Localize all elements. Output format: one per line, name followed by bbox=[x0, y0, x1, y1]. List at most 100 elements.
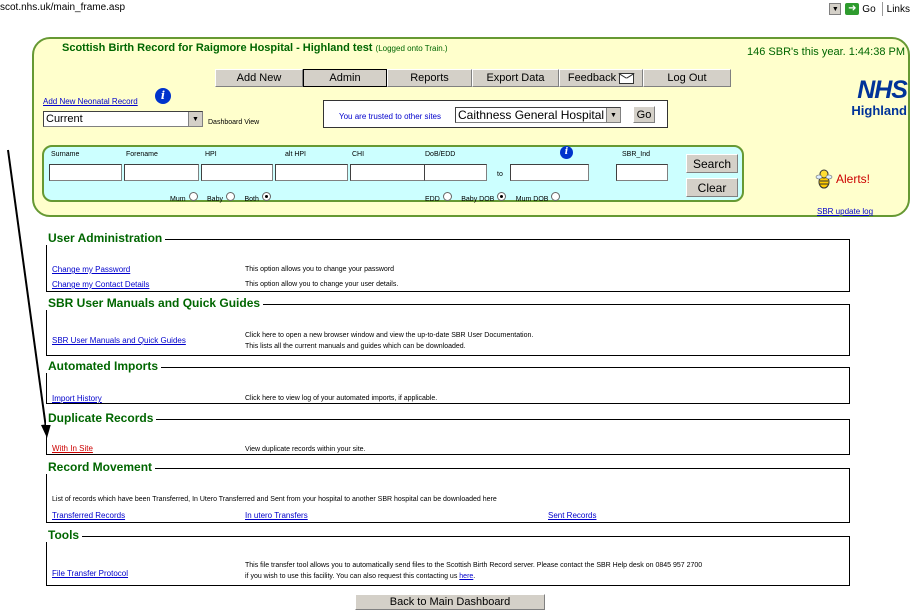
radio-baby-label: Baby bbox=[207, 196, 223, 203]
user-admin-section bbox=[46, 239, 850, 292]
in-utero-transfers-link[interactable]: In utero Transfers bbox=[245, 511, 308, 520]
add-neonatal-record-link[interactable]: Add New Neonatal Record bbox=[43, 97, 138, 106]
back-to-dashboard-button[interactable]: Back to Main Dashboard bbox=[355, 594, 545, 610]
trusted-site-value: Caithness General Hospital bbox=[458, 108, 605, 122]
alerts-link[interactable]: Alerts! bbox=[815, 168, 870, 190]
main-nav: Add New Admin Reports Export Data Feedba… bbox=[215, 69, 731, 87]
alerts-label: Alerts! bbox=[836, 172, 871, 186]
nav-feedback-label: Feedback bbox=[567, 72, 617, 84]
page-title: Scottish Birth Record for Raigmore Hospi… bbox=[62, 42, 448, 54]
radio-mum-dob[interactable] bbox=[551, 192, 561, 202]
clear-button[interactable]: Clear bbox=[686, 178, 738, 197]
radio-baby[interactable] bbox=[225, 192, 235, 202]
bee-icon bbox=[815, 169, 833, 189]
radio-both[interactable] bbox=[261, 192, 271, 202]
page-title-text: Scottish Birth Record for Raigmore Hospi… bbox=[62, 42, 373, 54]
radio-mum[interactable] bbox=[188, 192, 198, 202]
surname-label: Surname bbox=[51, 151, 80, 158]
forename-label: Forename bbox=[126, 151, 158, 158]
manuals-link[interactable]: SBR User Manuals and Quick Guides bbox=[52, 336, 186, 345]
chi-field[interactable] bbox=[350, 164, 425, 181]
within-site-desc: View duplicate records within your site. bbox=[245, 446, 366, 453]
alt-hpi-label: alt HPI bbox=[285, 151, 307, 158]
movement-desc: List of records which have been Transfer… bbox=[52, 496, 497, 503]
manuals-title: SBR User Manuals and Quick Guides bbox=[46, 296, 264, 310]
radio-mum-dob-label: Mum DOB bbox=[515, 196, 549, 203]
tools-desc-line1: This file transfer tool allows you to au… bbox=[245, 562, 703, 569]
radio-baby-dob-label: Baby DOB bbox=[461, 196, 495, 203]
nav-export-data[interactable]: Export Data bbox=[472, 69, 559, 87]
tools-desc-line2: if you wish to use this facility. You ca… bbox=[245, 573, 475, 580]
tools-title: Tools bbox=[46, 528, 83, 542]
sbr-ind-field[interactable] bbox=[616, 164, 668, 181]
nav-log-out-label: Log Out bbox=[667, 72, 707, 84]
manuals-desc-line1: Click here to open a new browser window … bbox=[245, 332, 534, 339]
import-history-desc: Click here to view log of your automated… bbox=[245, 395, 438, 402]
envelope-icon bbox=[619, 72, 635, 84]
nav-export-data-label: Export Data bbox=[486, 72, 545, 84]
manuals-desc-line2: This lists all the current manuals and g… bbox=[245, 343, 466, 350]
alt-hpi-field[interactable] bbox=[275, 164, 348, 181]
movement-title: Record Movement bbox=[46, 460, 156, 474]
highland-logo-text: Highland bbox=[851, 103, 907, 118]
within-site-link[interactable]: With In Site bbox=[52, 444, 93, 453]
chi-label: CHI bbox=[352, 151, 365, 158]
hpi-label: HPI bbox=[205, 151, 217, 158]
file-transfer-protocol-link[interactable]: File Transfer Protocol bbox=[52, 569, 128, 578]
info-icon[interactable]: i bbox=[560, 146, 573, 159]
radio-mum-label: Mum bbox=[170, 196, 186, 203]
sbr-ind-label: SBR_Ind bbox=[622, 151, 651, 158]
nav-log-out[interactable]: Log Out bbox=[643, 69, 731, 87]
change-contact-details-link[interactable]: Change my Contact Details bbox=[52, 280, 149, 289]
imports-title: Automated Imports bbox=[46, 359, 162, 373]
trusted-go-button[interactable]: Go bbox=[633, 106, 655, 123]
chevron-down-icon: ▼ bbox=[188, 112, 202, 126]
trusted-sites-label: You are trusted to other sites bbox=[339, 112, 441, 121]
dashboard-view-select[interactable]: Current ▼ bbox=[43, 111, 203, 127]
tools-desc-line2-text: if you wish to use this facility. You ca… bbox=[245, 573, 458, 580]
transferred-records-link[interactable]: Transferred Records bbox=[52, 511, 125, 520]
who-radio-group: Mum Baby Both bbox=[170, 188, 271, 206]
nav-admin[interactable]: Admin bbox=[303, 69, 387, 87]
user-admin-title: User Administration bbox=[46, 231, 166, 245]
nav-reports-label: Reports bbox=[410, 72, 449, 84]
date-from-field[interactable] bbox=[424, 164, 487, 181]
search-button[interactable]: Search bbox=[686, 154, 738, 173]
nav-reports[interactable]: Reports bbox=[387, 69, 472, 87]
forename-field[interactable] bbox=[124, 164, 199, 181]
nhs-logo-text: NHS bbox=[857, 76, 908, 104]
trusted-site-select[interactable]: Caithness General Hospital ▼ bbox=[455, 107, 621, 123]
nhs-highland-logo: NHS Highland bbox=[825, 76, 908, 118]
change-password-link[interactable]: Change my Password bbox=[52, 265, 130, 274]
info-icon[interactable]: i bbox=[155, 88, 171, 104]
dashboard-view-label: Dashboard View bbox=[208, 119, 260, 126]
sent-records-link[interactable]: Sent Records bbox=[548, 511, 596, 520]
radio-baby-dob[interactable] bbox=[497, 192, 507, 202]
imports-section bbox=[46, 367, 850, 404]
radio-both-label: Both bbox=[244, 196, 259, 203]
import-history-link[interactable]: Import History bbox=[52, 394, 102, 403]
duplicates-title: Duplicate Records bbox=[46, 411, 157, 425]
nav-add-new-label: Add New bbox=[236, 72, 282, 84]
dob-edd-label: DoB/EDD bbox=[425, 151, 456, 158]
nav-feedback[interactable]: Feedback bbox=[559, 69, 643, 87]
contact-here-link[interactable]: here bbox=[459, 573, 473, 580]
date-type-radio-group: EDD Baby DOB Mum DOB bbox=[425, 188, 561, 206]
dashboard-view-value: Current bbox=[46, 113, 83, 125]
sbr-count-and-time: 146 SBR's this year. 1:44:38 PM bbox=[747, 46, 906, 58]
tools-desc-line2-end: . bbox=[473, 573, 476, 580]
hpi-field[interactable] bbox=[201, 164, 273, 181]
radio-edd[interactable] bbox=[442, 192, 452, 202]
date-to-field[interactable] bbox=[510, 164, 589, 181]
nav-add-new[interactable]: Add New bbox=[215, 69, 303, 87]
to-label: to bbox=[497, 171, 503, 178]
sbr-update-log-link[interactable]: SBR update log bbox=[817, 207, 873, 216]
change-contact-details-desc: This option allow you to change your use… bbox=[245, 281, 399, 288]
surname-field[interactable] bbox=[49, 164, 122, 181]
duplicates-section bbox=[46, 419, 850, 455]
login-status: (Logged onto Train.) bbox=[375, 44, 448, 53]
nav-admin-label: Admin bbox=[329, 72, 361, 84]
radio-edd-label: EDD bbox=[425, 196, 440, 203]
change-password-desc: This option allows you to change your pa… bbox=[245, 266, 395, 273]
chevron-down-icon: ▼ bbox=[606, 108, 620, 122]
